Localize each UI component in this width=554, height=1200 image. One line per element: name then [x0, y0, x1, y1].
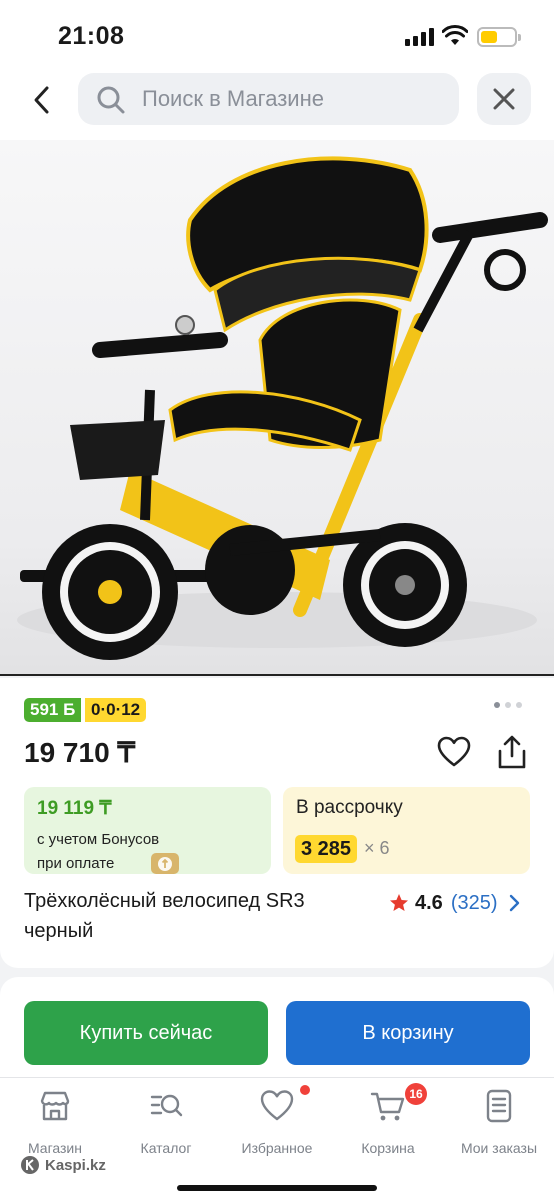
heart-icon: [260, 1090, 294, 1121]
review-count: (325): [450, 891, 498, 914]
close-button[interactable]: [477, 73, 531, 125]
buy-now-button[interactable]: Купить сейчас: [24, 1001, 268, 1065]
status-time: 21:08: [58, 22, 125, 50]
heart-icon[interactable]: [437, 736, 471, 768]
kaspi-logo-icon: [21, 1156, 39, 1174]
chevron-left-icon: [34, 86, 49, 114]
chevron-right-icon: [509, 894, 519, 912]
gallery-dots: [494, 702, 524, 710]
cart-icon: [370, 1092, 405, 1121]
watermark-text: Kaspi.kz: [45, 1156, 106, 1174]
bonus-note-line2: при оплате: [37, 855, 115, 872]
installment-multiplier: × 6: [364, 838, 390, 858]
search-icon: [97, 86, 125, 114]
nav-label-catalog: Каталог: [140, 1140, 192, 1156]
search-box[interactable]: [78, 73, 459, 125]
search-input[interactable]: [142, 73, 442, 125]
rating-value: 4.6: [415, 891, 443, 914]
bonus-note-line1: с учетом Бонусов: [37, 831, 160, 848]
orders-icon: [486, 1089, 512, 1123]
tricycle-image: [17, 156, 548, 660]
action-bar: Купить сейчас В корзину: [0, 977, 554, 1077]
catalog-search-icon: [150, 1094, 183, 1117]
product-image[interactable]: [0, 140, 554, 676]
installment-badge: 0·0·12: [85, 698, 147, 722]
product-title-line2: черный: [24, 920, 94, 942]
nav-item-orders[interactable]: Мои заказы: [444, 1088, 554, 1158]
wifi-icon: [442, 25, 468, 45]
product-info-card: 591 Б 0·0·12 19 710 ₸ 19 119 ₸ с учетом …: [0, 678, 554, 968]
nav-item-cart[interactable]: Корзина: [333, 1088, 443, 1158]
nav-label-favorites: Избранное: [241, 1140, 313, 1156]
status-bar: 21:08: [0, 0, 554, 66]
home-indicator: [177, 1185, 377, 1191]
add-to-cart-button[interactable]: В корзину: [286, 1001, 530, 1065]
nav-item-store[interactable]: Магазин: [0, 1088, 110, 1158]
star-icon: [390, 894, 408, 911]
nav-label-cart: Корзина: [361, 1140, 415, 1156]
product-price: 19 710 ₸: [24, 737, 136, 768]
bottom-navigation: Магазин Каталог Избранное Корзина 16 Мои…: [0, 1077, 554, 1200]
signal-icon: [405, 28, 435, 46]
cart-count-badge: 16: [405, 1083, 427, 1105]
kaspi-coin-icon: [151, 853, 179, 874]
nav-label-orders: Мои заказы: [460, 1140, 538, 1156]
share-icon[interactable]: [495, 734, 529, 770]
back-button[interactable]: [22, 80, 62, 120]
installment-amount: 3 285: [295, 835, 358, 863]
bonus-price-box[interactable]: 19 119 ₸ с учетом Бонусов при оплате: [24, 787, 271, 874]
product-title: Трёхколёсный велосипед SR3: [24, 890, 305, 912]
kaspi-watermark: Kaspi.kz: [20, 1154, 106, 1176]
nav-item-favorites[interactable]: Избранное: [222, 1088, 332, 1158]
rating-link[interactable]: 4.6 (325): [389, 890, 520, 916]
close-icon: [493, 88, 515, 110]
search-header: [0, 66, 554, 140]
favorites-notification-dot: [300, 1085, 310, 1095]
installment-title: В рассрочку: [296, 797, 403, 818]
store-icon: [40, 1091, 70, 1121]
bonus-badge: 591 Б: [24, 698, 82, 722]
installment-box[interactable]: В рассрочку 3 285 × 6: [283, 787, 530, 874]
bonus-price: 19 119 ₸: [37, 798, 112, 819]
nav-item-catalog[interactable]: Каталог: [111, 1088, 221, 1158]
battery-icon: [477, 27, 521, 47]
